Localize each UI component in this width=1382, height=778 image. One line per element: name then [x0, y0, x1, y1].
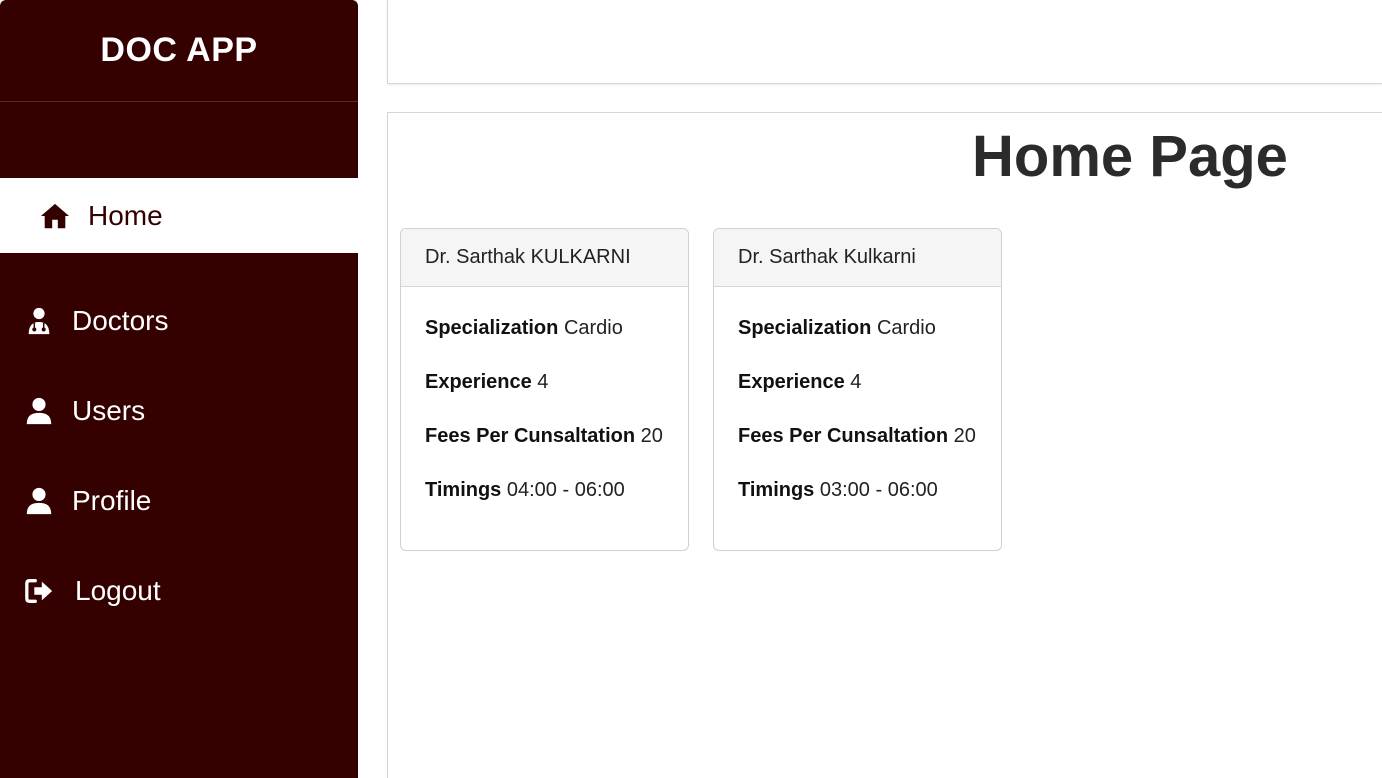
experience-row: Experience 4 — [425, 371, 549, 393]
timings-row: Timings 03:00 - 06:00 — [738, 479, 938, 501]
top-header — [387, 0, 1382, 84]
sidebar-item-label: Users — [72, 394, 146, 426]
sidebar-item-home[interactable]: Home — [0, 178, 358, 253]
app-title: DOC APP — [100, 31, 258, 69]
doctor-card[interactable]: Dr. Sarthak KULKARNI Specialization Card… — [400, 228, 689, 551]
doctor-icon — [22, 304, 56, 338]
sidebar-item-doctors[interactable]: Doctors — [0, 283, 358, 358]
doctor-card[interactable]: Dr. Sarthak Kulkarni Specialization Card… — [713, 228, 1002, 551]
doctor-name: Dr. Sarthak Kulkarni — [714, 229, 1001, 287]
doctor-details: Specialization Cardio Experience 4 Fees … — [401, 287, 688, 505]
user-icon — [22, 394, 56, 428]
page-title: Home Page — [972, 124, 1288, 189]
timings-row: Timings 04:00 - 06:00 — [425, 479, 625, 501]
specialization-row: Specialization Cardio — [425, 317, 623, 339]
user-icon — [22, 484, 56, 518]
sidebar-item-label: Doctors — [72, 304, 169, 336]
home-icon — [38, 199, 72, 233]
sidebar-item-label: Logout — [75, 574, 161, 606]
app-logo: DOC APP — [0, 0, 358, 102]
sidebar-item-logout[interactable]: Logout — [0, 553, 358, 628]
sidebar-item-profile[interactable]: Profile — [0, 463, 358, 538]
main-content: Home Page Dr. Sarthak KULKARNI Specializ… — [387, 112, 1382, 778]
doctor-details: Specialization Cardio Experience 4 Fees … — [714, 287, 1001, 505]
sidebar-menu: Home Doctors Users Profile Logout — [0, 178, 358, 628]
fees-row: Fees Per Cunsaltation 20 — [738, 425, 976, 447]
doctor-name: Dr. Sarthak KULKARNI — [401, 229, 688, 287]
logout-icon — [22, 574, 56, 608]
experience-row: Experience 4 — [738, 371, 862, 393]
specialization-row: Specialization Cardio — [738, 317, 936, 339]
sidebar-item-users[interactable]: Users — [0, 373, 358, 448]
sidebar-item-label: Home — [88, 199, 163, 231]
sidebar: DOC APP Home Doctors Users Profile Logou… — [0, 0, 358, 778]
fees-row: Fees Per Cunsaltation 20 — [425, 425, 663, 447]
sidebar-item-label: Profile — [72, 484, 152, 516]
